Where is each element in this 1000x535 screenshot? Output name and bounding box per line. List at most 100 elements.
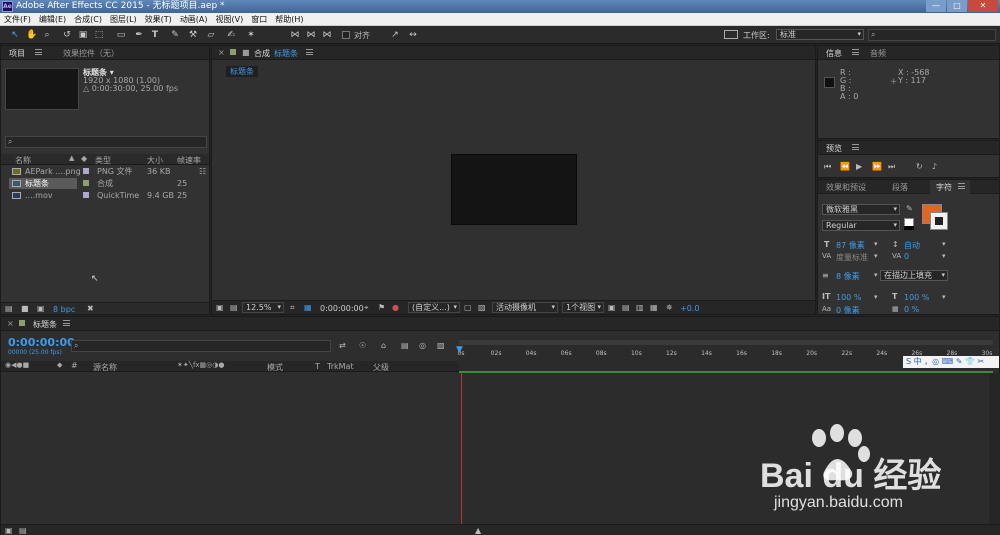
always-preview-icon[interactable]: ▣ [216, 303, 224, 312]
prev-frame-icon[interactable]: ⏪ [840, 162, 850, 171]
loop-icon[interactable]: ↻ [916, 162, 923, 171]
reset-exposure-icon[interactable]: ✵ [666, 303, 673, 312]
timeline-icon[interactable]: ▥ [636, 303, 644, 312]
menu-animation[interactable]: 动画(A) [176, 14, 212, 25]
project-search-input[interactable]: ⌕ [5, 136, 207, 148]
snapshot-icon[interactable]: ⌖ [364, 303, 369, 313]
stroke-width-dropdown-icon[interactable]: ▾ [874, 271, 878, 279]
camera-select[interactable]: 活动摄像机 [492, 302, 558, 313]
views-select[interactable]: 1个视图 [562, 302, 604, 313]
kerning-value[interactable]: 度量标准 [836, 252, 868, 263]
tab-timeline-comp[interactable]: 标题条 [33, 319, 57, 330]
axis-local-icon[interactable]: ⋈ [290, 30, 300, 40]
magnification-icon[interactable]: ▤ [230, 303, 238, 312]
column-t[interactable]: T [315, 362, 320, 371]
resolution-select[interactable]: (自定义...) [408, 302, 460, 313]
font-family-select[interactable]: 微软雅黑 [822, 204, 900, 215]
vertical-scale-value[interactable]: 100 % [836, 293, 861, 302]
transparency-grid-icon[interactable]: ▦ [304, 303, 312, 312]
panel-menu-icon[interactable] [852, 144, 859, 150]
region-of-interest-icon[interactable]: ▢ [464, 303, 472, 312]
minimize-button[interactable]: — [926, 0, 946, 12]
column-name[interactable]: 名称 [15, 155, 31, 166]
selection-tool-icon[interactable]: ↖ [10, 30, 20, 40]
first-frame-icon[interactable]: ⏮ [824, 162, 831, 172]
stroke-width-value[interactable]: 8 像素 [836, 271, 860, 282]
leading-value[interactable]: 自动 [904, 240, 920, 251]
pan-behind-tool-icon[interactable]: ⬚ [94, 30, 104, 40]
trash-icon[interactable]: ✖ [87, 304, 94, 313]
comp-mini-flowchart-icon[interactable]: ⇄ [339, 341, 346, 350]
project-item-png[interactable]: AEPark ....png PNG 文件 36 KB ☷ [9, 166, 209, 177]
shy-layers-icon[interactable]: ⌂ [381, 341, 386, 350]
project-item-mov[interactable]: ....mov QuickTime 9.4 GB 25 [9, 190, 209, 201]
menu-view[interactable]: 视图(V) [212, 14, 248, 25]
exposure-value[interactable]: +0.0 [680, 304, 699, 313]
menu-help[interactable]: 帮助(H) [271, 14, 307, 25]
tab-preview[interactable]: 预览 [826, 143, 842, 154]
tsume-value[interactable]: 0 % [904, 305, 919, 314]
comp-tab-label[interactable]: 合成 [254, 48, 270, 59]
leading-dropdown-icon[interactable]: ▾ [942, 240, 946, 248]
bit-depth-button[interactable]: 8 bpc [53, 305, 75, 314]
channel-icon[interactable]: ● [392, 303, 399, 312]
column-size[interactable]: 大小 [147, 155, 163, 166]
new-comp-icon[interactable]: ▣ [37, 304, 45, 313]
panel-menu-icon[interactable] [306, 49, 313, 55]
menu-composition[interactable]: 合成(C) [70, 14, 106, 25]
snap-options-icon[interactable]: ↗ [390, 30, 400, 40]
pen-tool-icon[interactable]: ✒ [134, 30, 144, 40]
interpret-footage-icon[interactable]: ▤ [5, 304, 13, 313]
lock-icon[interactable]: ■ [242, 48, 250, 57]
rotate-tool-icon[interactable]: ↺ [62, 30, 72, 40]
tab-project[interactable]: 项目 [9, 48, 25, 59]
next-frame-icon[interactable]: ⏩ [872, 162, 882, 171]
motion-blur-icon[interactable]: ◎ [419, 341, 426, 350]
tab-character[interactable]: 字符 [936, 182, 952, 193]
brush-tool-icon[interactable]: ✎ [170, 30, 180, 40]
font-style-select[interactable]: Regular [822, 220, 900, 231]
eraser-tool-icon[interactable]: ▱ [206, 30, 216, 40]
toggle-transparency-icon[interactable]: ▨ [478, 303, 486, 312]
horizontal-scale-value[interactable]: 100 % [904, 293, 929, 302]
comp-frame[interactable] [451, 154, 577, 225]
column-type[interactable]: 类型 [95, 155, 111, 166]
toggle-pixel-aspect-icon[interactable]: ▣ [608, 303, 616, 312]
rectangle-tool-icon[interactable]: ▭ [116, 30, 126, 40]
black-swatch[interactable] [904, 226, 914, 230]
roto-brush-tool-icon[interactable]: ✍ [226, 30, 236, 40]
hscale-dropdown-icon[interactable]: ▾ [942, 293, 946, 301]
menu-edit[interactable]: 编辑(E) [35, 14, 70, 25]
close-tab-icon[interactable]: × [7, 319, 14, 328]
layer-search-input[interactable]: ⌕ [71, 340, 331, 352]
audio-icon[interactable]: ♪ [932, 162, 937, 171]
clone-stamp-tool-icon[interactable]: ⚒ [188, 30, 198, 40]
tracking-dropdown-icon[interactable]: ▾ [942, 252, 946, 260]
fast-preview-icon[interactable]: ▤ [622, 303, 630, 312]
timeline-timecode[interactable]: 0:00:00:00 [8, 336, 75, 349]
close-tab-icon[interactable]: × [218, 48, 225, 57]
snap-checkbox[interactable] [342, 31, 350, 39]
column-trkmat[interactable]: TrkMat [327, 362, 354, 371]
panel-menu-icon[interactable] [852, 49, 859, 55]
tab-effects-presets[interactable]: 效果和预设 [826, 182, 866, 193]
project-item-comp[interactable]: 标题条 [9, 178, 77, 189]
tab-effect-controls[interactable]: 效果控件（无） [63, 48, 119, 59]
baseline-value[interactable]: 0 像素 [836, 305, 860, 316]
maximize-button[interactable]: □ [947, 0, 967, 12]
menu-file[interactable]: 文件(F) [0, 14, 35, 25]
tracking-value[interactable]: 0 [904, 252, 909, 261]
ime-toolbar[interactable]: S 中 ，◎ ⌨ ✎ 👕 ✂ [903, 356, 999, 368]
comp-tab-name[interactable]: 标题条 [274, 48, 298, 59]
column-source-name[interactable]: 源名称 [93, 362, 117, 373]
flowchart-icon[interactable]: ▦ [650, 303, 658, 312]
frame-blending-icon[interactable]: ▤ [401, 341, 409, 350]
eyedropper-icon[interactable]: ✎ [906, 204, 913, 213]
axis-world-icon[interactable]: ⋈ [306, 30, 316, 40]
tab-paragraph[interactable]: 段落 [892, 182, 908, 193]
panel-menu-icon[interactable] [63, 320, 70, 326]
grid-icon[interactable]: ⌗ [290, 303, 295, 313]
vscale-dropdown-icon[interactable]: ▾ [874, 293, 878, 301]
column-mode[interactable]: 模式 [267, 362, 283, 373]
help-search-input[interactable]: ⌕ [868, 29, 996, 41]
